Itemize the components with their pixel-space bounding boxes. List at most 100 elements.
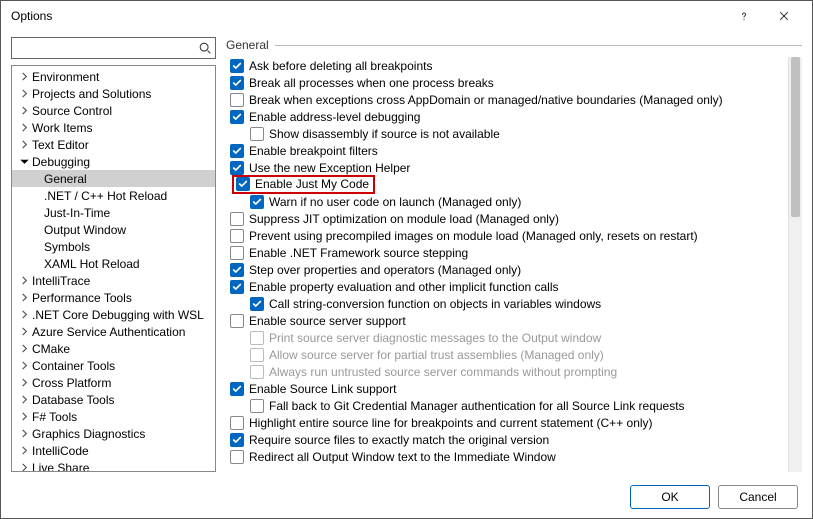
option-label: Suppress JIT optimization on module load… [249,212,559,226]
checkbox[interactable] [230,110,244,124]
option-row[interactable]: Prevent using precompiled images on modu… [226,227,784,244]
tree-item[interactable]: IntelliCode [12,442,215,459]
checkbox[interactable] [230,246,244,260]
search-icon[interactable] [195,41,215,55]
option-row[interactable]: Warn if no user code on launch (Managed … [226,193,784,210]
tree-item[interactable]: Database Tools [12,391,215,408]
window-title: Options [9,9,724,23]
tree-item-label: General [42,172,87,186]
tree-item[interactable]: Environment [12,68,215,85]
chevron-right-icon[interactable] [18,123,30,132]
option-row[interactable]: Ask before deleting all breakpoints [226,57,784,74]
tree-item[interactable]: General [12,170,215,187]
tree-item[interactable]: Cross Platform [12,374,215,391]
tree-item[interactable]: Live Share [12,459,215,472]
chevron-right-icon[interactable] [18,429,30,438]
tree-item[interactable]: Output Window [12,221,215,238]
option-row[interactable]: Enable address-level debugging [226,108,784,125]
tree-item[interactable]: Symbols [12,238,215,255]
option-row[interactable]: Enable breakpoint filters [226,142,784,159]
tree-item[interactable]: CMake [12,340,215,357]
checkbox[interactable] [230,263,244,277]
chevron-right-icon[interactable] [18,344,30,353]
chevron-down-icon[interactable] [18,157,30,166]
option-row[interactable]: Show disassembly if source is not availa… [226,125,784,142]
checkbox[interactable] [230,59,244,73]
tree-item[interactable]: Debugging [12,153,215,170]
checkbox[interactable] [230,382,244,396]
checkbox[interactable] [230,76,244,90]
option-row[interactable]: Break all processes when one process bre… [226,74,784,91]
tree-item[interactable]: Work Items [12,119,215,136]
search-box[interactable] [11,37,216,59]
chevron-right-icon[interactable] [18,412,30,421]
chevron-right-icon[interactable] [18,463,30,472]
tree-item[interactable]: IntelliTrace [12,272,215,289]
option-row[interactable]: Enable .NET Framework source stepping [226,244,784,261]
option-row[interactable]: Break when exceptions cross AppDomain or… [226,91,784,108]
chevron-right-icon[interactable] [18,276,30,285]
tree-item[interactable]: Text Editor [12,136,215,153]
checkbox[interactable] [230,93,244,107]
chevron-right-icon[interactable] [18,106,30,115]
category-tree[interactable]: EnvironmentProjects and SolutionsSource … [11,65,216,472]
checkbox[interactable] [230,280,244,294]
option-row[interactable]: Use the new Exception Helper [226,159,784,176]
option-row[interactable]: Enable Source Link support [226,380,784,397]
chevron-right-icon[interactable] [18,446,30,455]
search-input[interactable] [12,38,195,58]
chevron-right-icon[interactable] [18,327,30,336]
chevron-right-icon[interactable] [18,140,30,149]
scrollbar-thumb[interactable] [791,57,800,217]
options-list[interactable]: Ask before deleting all breakpointsBreak… [226,57,788,472]
checkbox[interactable] [230,144,244,158]
option-row[interactable]: Highlight entire source line for breakpo… [226,414,784,431]
option-row[interactable]: Fall back to Git Credential Manager auth… [226,397,784,414]
option-row[interactable]: Call string-conversion function on objec… [226,295,784,312]
checkbox[interactable] [230,450,244,464]
tree-item-label: Graphics Diagnostics [30,427,145,441]
tree-item[interactable]: Azure Service Authentication [12,323,215,340]
close-button[interactable] [764,2,804,30]
checkbox[interactable] [230,314,244,328]
tree-item[interactable]: Performance Tools [12,289,215,306]
chevron-right-icon[interactable] [18,293,30,302]
checkbox[interactable] [230,161,244,175]
option-row[interactable]: Step over properties and operators (Mana… [226,261,784,278]
chevron-right-icon[interactable] [18,378,30,387]
ok-button[interactable]: OK [630,485,710,509]
checkbox[interactable] [250,195,264,209]
tree-item[interactable]: Graphics Diagnostics [12,425,215,442]
option-row[interactable]: Redirect all Output Window text to the I… [226,448,784,465]
chevron-right-icon[interactable] [18,72,30,81]
chevron-right-icon[interactable] [18,361,30,370]
checkbox[interactable] [230,433,244,447]
help-button[interactable] [724,2,764,30]
tree-item[interactable]: Projects and Solutions [12,85,215,102]
tree-item[interactable]: Container Tools [12,357,215,374]
option-label: Print source server diagnostic messages … [269,331,601,345]
checkbox[interactable] [230,416,244,430]
tree-item[interactable]: XAML Hot Reload [12,255,215,272]
option-row[interactable]: Enable source server support [226,312,784,329]
option-row[interactable]: Enable property evaluation and other imp… [226,278,784,295]
checkbox[interactable] [250,399,264,413]
option-row[interactable]: Require source files to exactly match th… [226,431,784,448]
tree-item[interactable]: Source Control [12,102,215,119]
chevron-right-icon[interactable] [18,310,30,319]
tree-item[interactable]: .NET / C++ Hot Reload [12,187,215,204]
option-row[interactable]: Suppress JIT optimization on module load… [226,210,784,227]
checkbox[interactable] [250,297,264,311]
checkbox[interactable] [230,229,244,243]
checkbox[interactable] [236,177,250,191]
chevron-right-icon[interactable] [18,89,30,98]
option-row[interactable]: Enable Just My Code [226,176,784,193]
tree-item[interactable]: F# Tools [12,408,215,425]
checkbox[interactable] [250,127,264,141]
tree-item[interactable]: .NET Core Debugging with WSL [12,306,215,323]
tree-item[interactable]: Just-In-Time [12,204,215,221]
scrollbar[interactable] [788,57,802,472]
checkbox[interactable] [230,212,244,226]
chevron-right-icon[interactable] [18,395,30,404]
cancel-button[interactable]: Cancel [718,485,798,509]
